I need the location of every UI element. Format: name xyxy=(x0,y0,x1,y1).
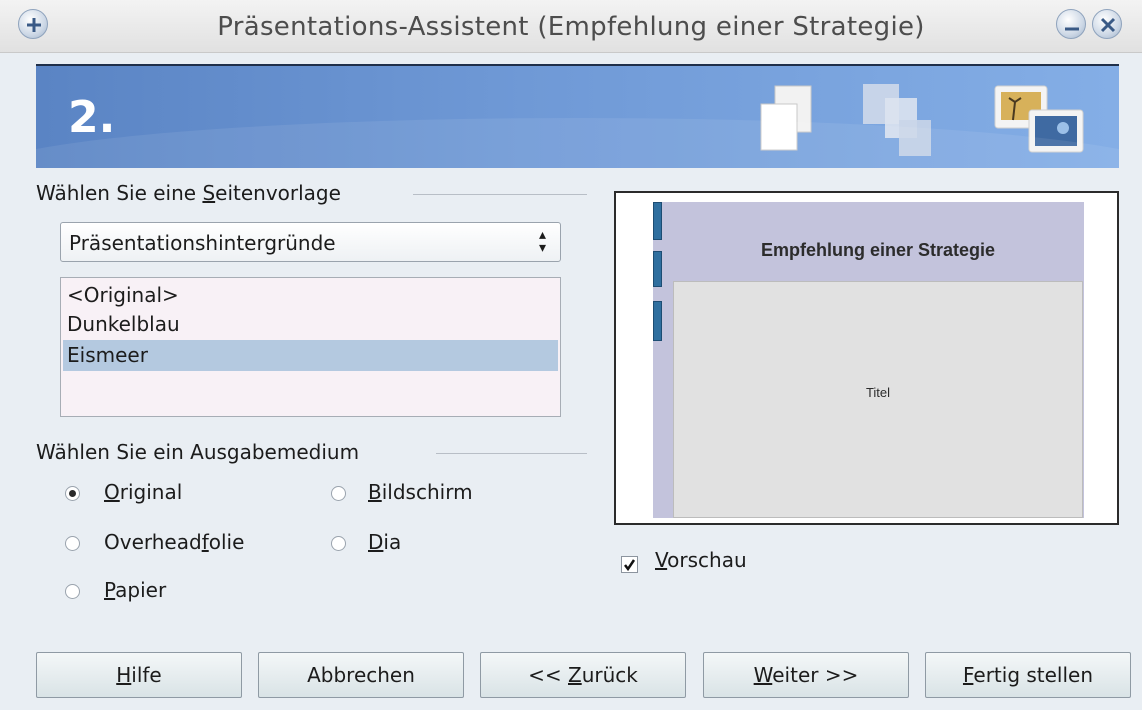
window-title: Präsentations-Assistent (Empfehlung eine… xyxy=(217,12,925,42)
cancel-button[interactable]: Abbrechen xyxy=(258,652,464,698)
template-category-dropdown[interactable]: Präsentationshintergründe ▴ ▾ xyxy=(60,222,561,262)
list-item[interactable]: Dunkelblau xyxy=(63,309,558,340)
list-item[interactable]: <Original> xyxy=(63,280,558,311)
radio-dia-label[interactable]: Dia xyxy=(368,530,401,554)
finish-button[interactable]: Fertig stellen xyxy=(925,652,1131,698)
preview-checkbox[interactable] xyxy=(621,556,638,573)
radio-original[interactable] xyxy=(65,486,80,501)
minimize-icon xyxy=(1065,27,1079,31)
back-button[interactable]: << Zurück xyxy=(480,652,686,698)
radio-overheadfolie[interactable] xyxy=(65,536,80,551)
preview-checkbox-label[interactable]: Vorschau xyxy=(655,548,747,572)
radio-papier[interactable] xyxy=(65,584,80,599)
radio-overheadfolie-label[interactable]: Overheadfolie xyxy=(104,530,244,554)
radio-papier-label[interactable]: Papier xyxy=(104,578,166,602)
picture-icon xyxy=(994,85,1084,153)
slide-accent-bar xyxy=(653,202,662,240)
close-icon xyxy=(1100,17,1116,33)
dropdown-value: Präsentationshintergründe xyxy=(69,231,336,255)
medium-group-label: Wählen Sie ein Ausgabemedium xyxy=(36,440,360,464)
slide-accent-bar xyxy=(653,251,662,287)
radio-bildschirm[interactable] xyxy=(331,486,346,501)
slide-accent-bar xyxy=(653,301,662,341)
template-group-divider xyxy=(413,194,587,195)
slide-title: Empfehlung einer Strategie xyxy=(760,240,996,260)
radio-bildschirm-label[interactable]: Bildschirm xyxy=(368,480,473,504)
radio-dia[interactable] xyxy=(331,536,346,551)
next-button[interactable]: Weiter >> xyxy=(703,652,909,698)
checkmark-icon xyxy=(624,559,636,572)
slide-preview: Empfehlung einer Strategie Titel xyxy=(614,191,1119,525)
template-listbox[interactable]: <Original> Dunkelblau Eismeer xyxy=(60,277,561,417)
updown-arrows-icon: ▴ ▾ xyxy=(538,227,546,256)
radio-original-label[interactable]: Original xyxy=(104,480,182,504)
pages-icon xyxy=(863,84,931,156)
title-bar: Präsentations-Assistent (Empfehlung eine… xyxy=(0,0,1142,53)
wizard-banner: 2. xyxy=(36,64,1119,168)
list-item-selected[interactable]: Eismeer xyxy=(63,340,558,371)
slide-subtitle: Titel xyxy=(865,385,891,400)
page-icon xyxy=(760,85,812,151)
medium-group-divider xyxy=(436,453,587,454)
template-group-label: Wählen Sie eine Seitenvorlage xyxy=(36,181,341,205)
minimize-button[interactable] xyxy=(1056,9,1086,39)
close-button[interactable] xyxy=(1092,9,1122,39)
help-button[interactable]: Hilfe xyxy=(36,652,242,698)
step-number: 2. xyxy=(68,92,116,143)
